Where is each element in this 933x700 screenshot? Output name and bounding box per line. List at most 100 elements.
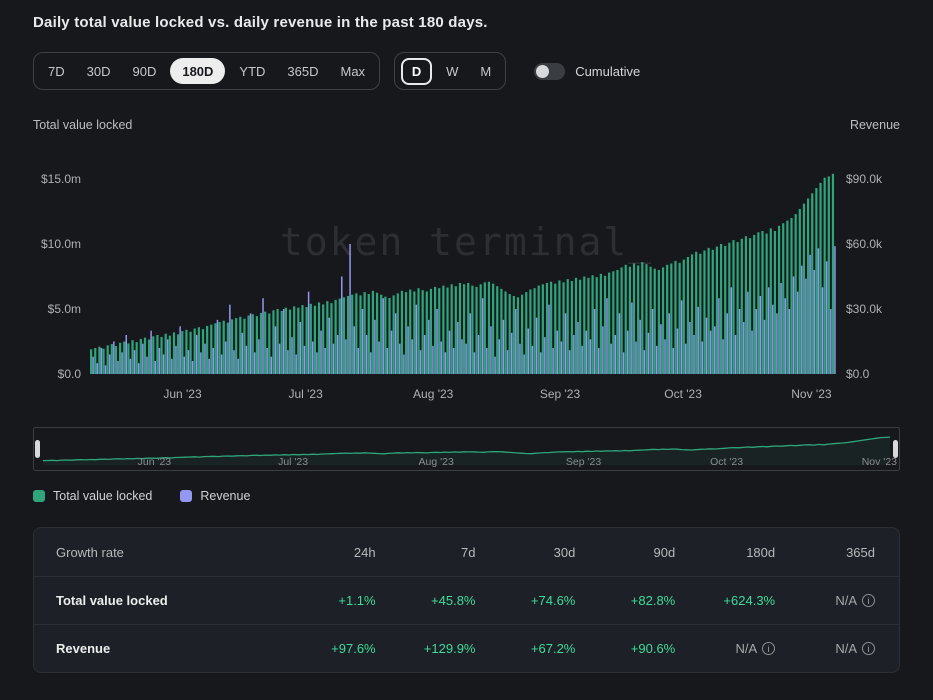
tvl-bar[interactable] xyxy=(223,321,225,374)
revenue-bar[interactable] xyxy=(250,313,252,374)
tvl-bar[interactable] xyxy=(181,331,183,374)
revenue-bar[interactable] xyxy=(718,298,720,374)
revenue-bar[interactable] xyxy=(96,363,98,374)
tvl-bar[interactable] xyxy=(567,279,569,374)
revenue-bar[interactable] xyxy=(457,322,459,374)
tvl-bar[interactable] xyxy=(650,267,652,374)
tvl-bar[interactable] xyxy=(778,226,780,374)
tvl-bar[interactable] xyxy=(115,346,117,374)
tvl-bar[interactable] xyxy=(766,234,768,374)
revenue-bar[interactable] xyxy=(126,335,128,374)
revenue-bar[interactable] xyxy=(801,266,803,374)
tvl-bar[interactable] xyxy=(289,310,291,374)
tvl-bar[interactable] xyxy=(94,348,96,374)
tvl-bar[interactable] xyxy=(102,349,104,374)
tvl-bar[interactable] xyxy=(741,239,743,374)
revenue-bar[interactable] xyxy=(233,350,235,374)
tvl-bar[interactable] xyxy=(790,218,792,374)
revenue-bar[interactable] xyxy=(685,344,687,374)
revenue-bar[interactable] xyxy=(809,255,811,374)
tvl-bar[interactable] xyxy=(761,231,763,374)
revenue-bar[interactable] xyxy=(295,355,297,375)
revenue-bar[interactable] xyxy=(528,329,530,375)
tvl-bar[interactable] xyxy=(600,274,602,374)
tvl-bar[interactable] xyxy=(645,264,647,374)
tvl-bar[interactable] xyxy=(111,344,113,374)
tvl-bar[interactable] xyxy=(625,265,627,374)
tvl-bar[interactable] xyxy=(446,288,448,374)
tvl-bar[interactable] xyxy=(612,271,614,374)
revenue-bar[interactable] xyxy=(834,246,836,374)
tvl-bar[interactable] xyxy=(604,276,606,374)
tvl-bar[interactable] xyxy=(368,294,370,374)
tvl-bar[interactable] xyxy=(782,223,784,374)
revenue-bar[interactable] xyxy=(586,331,588,374)
revenue-bar[interactable] xyxy=(200,352,202,374)
tvl-bar[interactable] xyxy=(596,277,598,374)
revenue-bar[interactable] xyxy=(374,320,376,374)
tvl-bar[interactable] xyxy=(774,231,776,374)
tvl-bar[interactable] xyxy=(152,336,154,374)
revenue-bar[interactable] xyxy=(391,331,393,374)
revenue-bar[interactable] xyxy=(507,350,509,374)
revenue-bar[interactable] xyxy=(109,355,111,375)
brush-chart[interactable]: Jun '23Jul '23Aug '23Sep '23Oct '23Nov '… xyxy=(33,427,900,471)
tvl-bar[interactable] xyxy=(695,252,697,374)
revenue-bar[interactable] xyxy=(697,307,699,374)
tvl-bar[interactable] xyxy=(405,292,407,374)
revenue-bar[interactable] xyxy=(797,292,799,374)
tvl-bar[interactable] xyxy=(136,342,138,374)
tvl-bar[interactable] xyxy=(355,293,357,374)
revenue-bar[interactable] xyxy=(411,339,413,374)
revenue-bar[interactable] xyxy=(382,298,384,374)
tvl-bar[interactable] xyxy=(687,257,689,374)
revenue-bar[interactable] xyxy=(557,331,559,374)
tvl-bar[interactable] xyxy=(264,312,266,374)
revenue-bar[interactable] xyxy=(387,348,389,374)
revenue-bar[interactable] xyxy=(760,296,762,374)
tvl-bar[interactable] xyxy=(177,334,179,374)
tvl-bar[interactable] xyxy=(285,308,287,374)
tvl-bar[interactable] xyxy=(214,323,216,374)
revenue-bar[interactable] xyxy=(316,352,318,374)
tvl-bar[interactable] xyxy=(724,246,726,374)
revenue-bar[interactable] xyxy=(681,300,683,374)
tvl-bar[interactable] xyxy=(252,314,254,374)
revenue-bar[interactable] xyxy=(577,322,579,374)
revenue-bar[interactable] xyxy=(337,335,339,374)
tvl-bar[interactable] xyxy=(824,178,826,374)
revenue-bar[interactable] xyxy=(532,346,534,374)
tvl-bar[interactable] xyxy=(513,296,515,374)
tvl-bar[interactable] xyxy=(165,334,167,374)
revenue-bar[interactable] xyxy=(175,346,177,374)
tvl-bar[interactable] xyxy=(306,307,308,374)
revenue-bar[interactable] xyxy=(266,348,268,374)
tvl-bar[interactable] xyxy=(160,337,162,374)
revenue-bar[interactable] xyxy=(138,363,140,374)
tvl-bar[interactable] xyxy=(393,295,395,374)
tvl-bar[interactable] xyxy=(314,306,316,374)
tvl-bar[interactable] xyxy=(335,300,337,374)
revenue-bar[interactable] xyxy=(378,342,380,375)
revenue-bar[interactable] xyxy=(349,244,351,374)
tvl-bar[interactable] xyxy=(140,339,142,374)
tvl-bar[interactable] xyxy=(737,242,739,374)
tvl-bar[interactable] xyxy=(819,183,821,374)
revenue-bar[interactable] xyxy=(92,357,94,374)
tvl-bar[interactable] xyxy=(683,260,685,374)
revenue-bar[interactable] xyxy=(242,333,244,374)
tvl-bar[interactable] xyxy=(749,238,751,374)
tvl-bar[interactable] xyxy=(654,269,656,374)
tvl-bar[interactable] xyxy=(277,309,279,374)
tvl-bar[interactable] xyxy=(703,251,705,375)
tvl-bar[interactable] xyxy=(583,277,585,375)
revenue-bar[interactable] xyxy=(619,313,621,374)
tvl-bar[interactable] xyxy=(500,289,502,374)
revenue-bar[interactable] xyxy=(710,331,712,374)
revenue-bar[interactable] xyxy=(333,344,335,374)
revenue-bar[interactable] xyxy=(548,305,550,374)
revenue-bar[interactable] xyxy=(494,357,496,374)
interval-button-w[interactable]: W xyxy=(435,53,469,89)
brush-handle-right[interactable] xyxy=(893,440,898,458)
tvl-bar[interactable] xyxy=(455,286,457,374)
